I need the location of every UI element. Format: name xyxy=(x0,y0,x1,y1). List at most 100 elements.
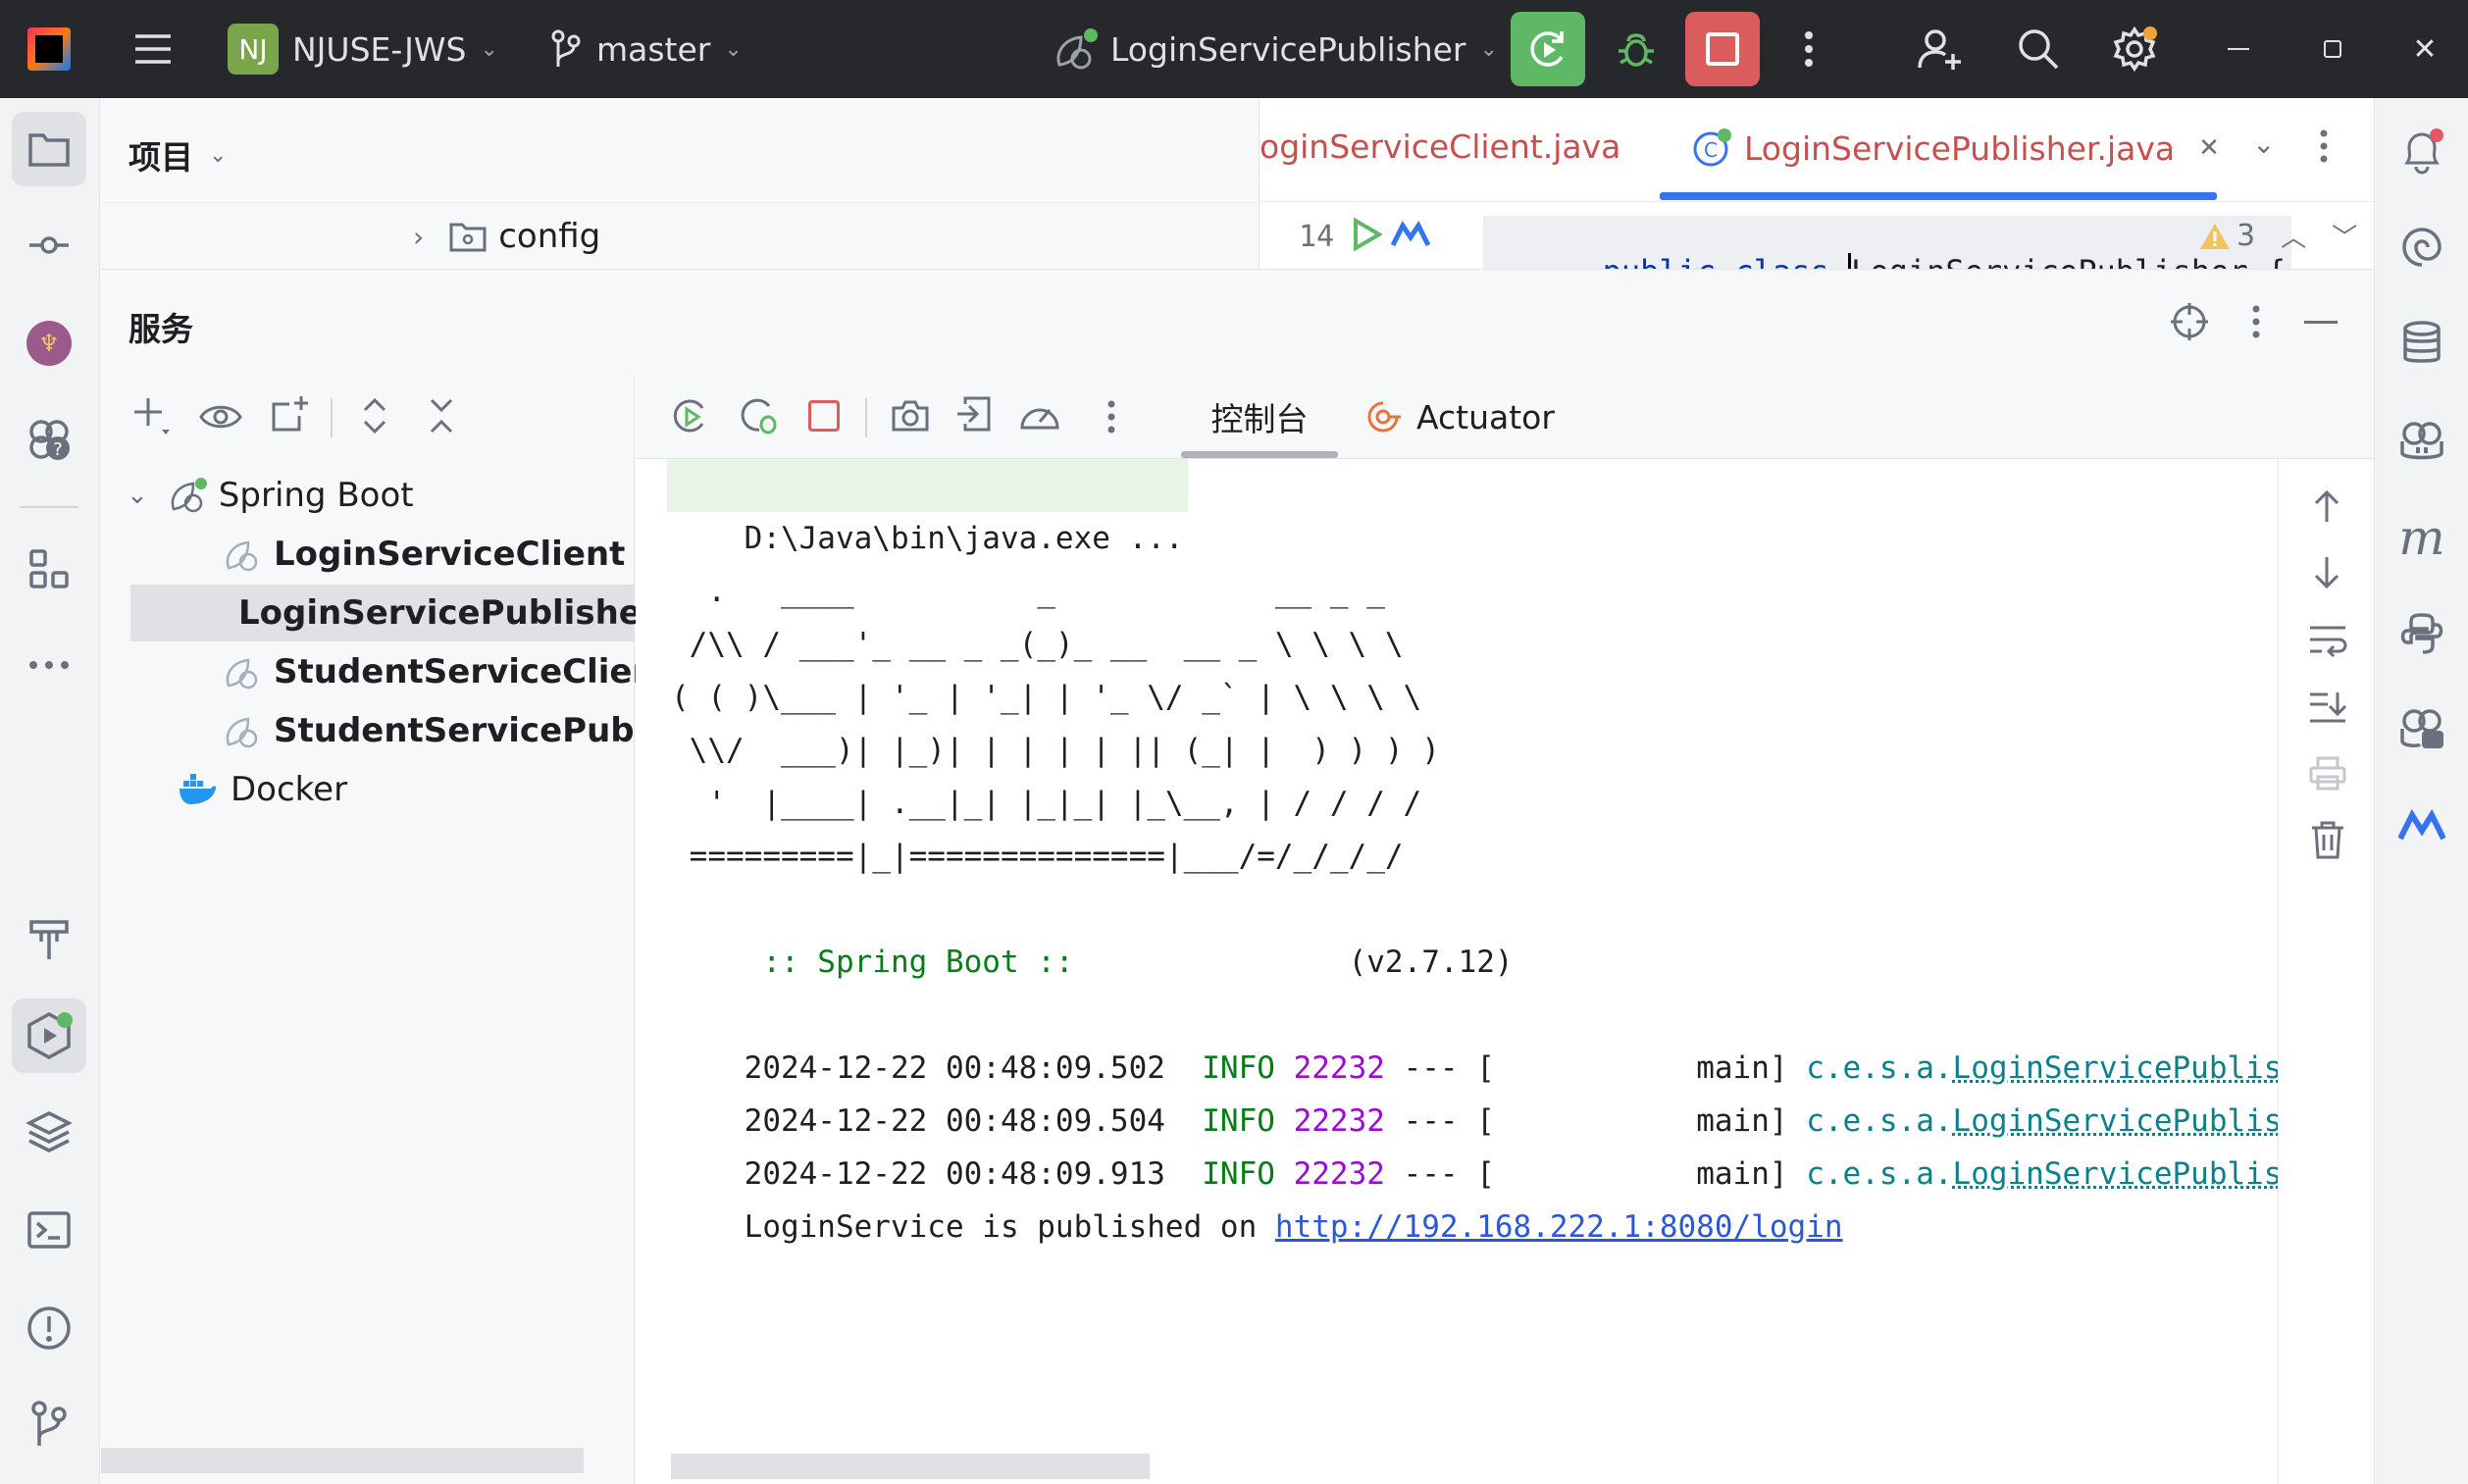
trash-icon[interactable] xyxy=(2310,820,2345,859)
exit-icon[interactable] xyxy=(955,394,993,434)
toolbar-divider xyxy=(865,398,867,437)
tab-more-button[interactable] xyxy=(2319,129,2329,163)
ai-assistant-tool-button[interactable] xyxy=(2385,692,2459,767)
stop-icon xyxy=(1706,32,1739,66)
chevron-up-icon[interactable]: ︿ xyxy=(2281,218,2306,254)
run-gutter-icon[interactable] xyxy=(1352,218,1383,251)
services-tool-button[interactable] xyxy=(12,998,86,1073)
avatar: ♆ xyxy=(26,321,72,366)
plugin-tool-button[interactable]: ♆ xyxy=(12,306,86,381)
tree-node-docker[interactable]: Docker xyxy=(178,761,347,818)
banner-line: =========|_|==============|___/=/_/_/_/ xyxy=(671,839,1404,874)
warnings-indicator[interactable]: 3 ︿ ﹀ xyxy=(2199,218,2357,254)
spiral-icon xyxy=(2402,228,2442,267)
tree-node-login-publisher[interactable]: LoginServicePublisher xyxy=(130,585,658,641)
camera-icon[interactable] xyxy=(891,398,930,434)
soft-wrap-icon[interactable] xyxy=(2308,622,2347,657)
editor-tab-login-publisher[interactable]: C LoginServicePublisher.java ✕ xyxy=(1691,120,2220,177)
ai-assistant-tool-button[interactable]: ? xyxy=(12,402,86,477)
close-tab-icon[interactable]: ✕ xyxy=(2198,133,2220,163)
print-icon[interactable] xyxy=(2308,755,2347,791)
spring-boot-icon xyxy=(171,478,207,513)
rerun-button[interactable] xyxy=(1511,12,1585,86)
console-output[interactable]: D:\Java\bin\java.exe ... . ____ _ __ _ _… xyxy=(636,459,2278,1484)
main-menu-icon[interactable] xyxy=(116,12,190,86)
project-selector[interactable]: NJ NJUSE-JWS ⌄ xyxy=(228,24,498,75)
notifications-tool-button[interactable] xyxy=(2385,114,2459,188)
editor-tab-login-client[interactable]: oginServiceClient.java xyxy=(1260,128,1620,166)
tab-console[interactable]: 控制台 xyxy=(1181,375,1338,459)
build-tool-button[interactable] xyxy=(12,900,86,975)
git-tool-button[interactable] xyxy=(12,1387,86,1461)
log-logger-link[interactable]: LoginServicePublishe xyxy=(1953,1156,2278,1192)
tree-node-spring-boot[interactable]: ⌄ Spring Boot xyxy=(127,467,414,524)
chevron-right-icon: › xyxy=(413,220,425,253)
more-vertical-icon[interactable] xyxy=(2251,305,2261,338)
mybatis-tool-button[interactable] xyxy=(2385,789,2459,863)
rerun-icon[interactable] xyxy=(671,396,710,435)
structure-tool-button[interactable] xyxy=(12,532,86,606)
expand-all-icon[interactable] xyxy=(360,396,389,435)
add-service-icon[interactable] xyxy=(132,396,172,435)
left-tool-strip: ♆ ? xyxy=(0,98,100,1484)
console-horizontal-scrollbar[interactable] xyxy=(671,1454,1150,1479)
published-text: LoginService is published on xyxy=(744,1209,1275,1245)
branch-selector[interactable]: master ⌄ xyxy=(549,24,743,75)
stop-button[interactable] xyxy=(1685,12,1760,86)
crosshair-icon[interactable] xyxy=(2171,303,2208,340)
mybatis-icon xyxy=(2398,809,2445,841)
close-button[interactable]: ✕ xyxy=(2388,12,2462,86)
ai-chat-tool-button[interactable] xyxy=(2385,210,2459,284)
tree-item-config[interactable]: › config xyxy=(413,208,600,265)
published-url-link[interactable]: http://192.168.222.1:8080/login xyxy=(1275,1209,1843,1245)
debug-button[interactable] xyxy=(1599,12,1673,86)
tree-node-student-publisher[interactable]: StudentServicePublisher xyxy=(223,702,635,759)
scroll-to-end-icon[interactable] xyxy=(2308,689,2347,724)
more-vertical-icon[interactable] xyxy=(1106,400,1116,434)
search-button[interactable] xyxy=(2001,12,2076,86)
project-tool-button[interactable] xyxy=(12,112,86,186)
arrow-up-icon[interactable] xyxy=(2312,488,2341,524)
restore-button[interactable] xyxy=(2295,12,2370,86)
settings-button[interactable] xyxy=(2097,12,2172,86)
tree-node-label: StudentServiceClient xyxy=(274,652,672,691)
tree-node-student-client[interactable]: StudentServiceClient xyxy=(223,643,672,700)
chevron-down-icon[interactable]: ﹀ xyxy=(2332,218,2357,254)
eye-icon[interactable] xyxy=(199,402,242,432)
intellij-logo-icon[interactable] xyxy=(27,27,71,71)
debug-rerun-icon[interactable] xyxy=(738,394,779,435)
project-panel-title[interactable]: 项目 ⌄ xyxy=(129,131,227,179)
new-group-icon[interactable] xyxy=(270,394,309,434)
services-tree-panel: ⌄ Spring Boot LoginServiceClient LoginSe… xyxy=(101,375,672,1484)
log-line: 2024-12-22 00:48:09.502 INFO 22232 --- [… xyxy=(671,989,2278,1086)
commit-tool-button[interactable] xyxy=(12,208,86,282)
minimize-button[interactable] xyxy=(2201,12,2276,86)
python-tool-button[interactable] xyxy=(2385,596,2459,671)
maven-tool-button[interactable]: m xyxy=(2385,500,2459,575)
stop-icon[interactable] xyxy=(808,400,840,432)
search-icon xyxy=(2019,29,2059,70)
log-line: 2024-12-22 00:48:09.913 INFO 22232 --- [… xyxy=(671,1095,2278,1192)
gauge-icon[interactable] xyxy=(1018,396,1061,434)
tree-node-login-client[interactable]: LoginServiceClient xyxy=(223,526,625,583)
arrow-down-icon[interactable] xyxy=(2312,555,2341,590)
database-tool-button[interactable] xyxy=(2385,306,2459,381)
banner-line: ( ( )\___ | '_ | '_| | '_ \/ _` | \ \ \ … xyxy=(671,680,1422,715)
terminal-tool-button[interactable] xyxy=(12,1193,86,1267)
more-actions-icon[interactable] xyxy=(1772,12,1846,86)
layers-tool-button[interactable] xyxy=(12,1095,86,1169)
copilot-tool-button[interactable] xyxy=(2385,404,2459,479)
git-branch-icon xyxy=(551,29,581,67)
collapse-all-icon[interactable] xyxy=(427,396,456,435)
add-user-button[interactable] xyxy=(1903,12,1978,86)
run-config-selector[interactable]: LoginServicePublisher ⌄ xyxy=(1052,24,1498,75)
minimize-panel-icon[interactable] xyxy=(2304,321,2338,324)
mybatis-gutter-icon[interactable] xyxy=(1391,220,1430,249)
tab-list-button[interactable]: ⌄ xyxy=(2252,128,2275,160)
spring-boot-version: (v2.7.12) xyxy=(1348,945,1514,980)
horizontal-scrollbar[interactable] xyxy=(101,1448,584,1473)
tree-node-label: StudentServicePublisher xyxy=(274,711,635,750)
problems-tool-button[interactable] xyxy=(12,1291,86,1365)
more-tools-button[interactable] xyxy=(12,628,86,702)
tab-actuator[interactable]: Actuator xyxy=(1363,375,1555,459)
